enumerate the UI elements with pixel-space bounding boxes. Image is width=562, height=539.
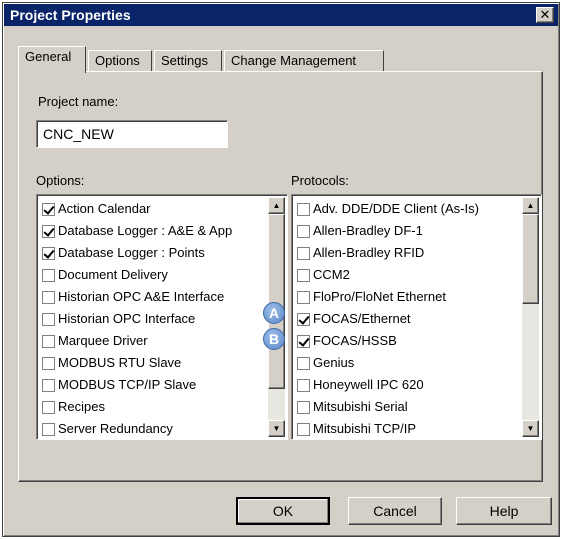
protocol-item-label: FOCAS/HSSB [313,333,397,348]
help-button[interactable]: Help [456,497,552,525]
protocol-item[interactable]: FOCAS/Ethernet [295,308,521,330]
window-title: Project Properties [10,7,131,23]
project-name-label: Project name: [38,94,119,109]
option-item-label: Recipes [58,399,105,414]
protocol-item-label: Honeywell IPC 620 [313,377,424,392]
option-item-label: MODBUS TCP/IP Slave [58,377,197,392]
scroll-up-icon: ▲ [272,201,281,210]
options-label: Options: [36,173,85,188]
protocol-item[interactable]: FOCAS/HSSB [295,330,521,352]
checkbox[interactable] [297,268,310,282]
checkbox[interactable] [42,290,55,304]
protocol-item-label: Allen-Bradley DF-1 [313,223,423,238]
option-item-label: MODBUS RTU Slave [58,355,182,370]
scroll-thumb[interactable] [522,214,539,304]
option-item-label: Database Logger : Points [58,245,205,260]
protocol-item-label: Mitsubishi TCP/IP [313,421,417,436]
options-listbox[interactable]: Action Calendar Database Logger : A&E & A… [36,194,288,440]
protocol-item-label: Adv. DDE/DDE Client (As-Is) [313,201,479,216]
checkbox[interactable] [42,312,55,326]
tab-change-management[interactable]: Change Management [224,50,384,72]
checkbox[interactable] [297,246,310,260]
option-item[interactable]: MODBUS RTU Slave [40,352,267,374]
checkbox[interactable] [297,422,310,436]
checkbox[interactable] [42,334,55,348]
checkbox[interactable] [42,356,55,370]
protocol-item[interactable]: Mitsubishi TCP/IP [295,418,521,436]
option-item-label: Historian OPC A&E Interface [58,289,225,304]
protocol-item[interactable]: Adv. DDE/DDE Client (As-Is) [295,198,521,220]
scroll-down-icon: ▼ [526,424,535,433]
protocols-listbox[interactable]: Adv. DDE/DDE Client (As-Is) Allen-Bradley… [291,194,542,440]
close-icon: ✕ [539,7,551,22]
protocols-label: Protocols: [291,173,349,188]
checkbox[interactable] [42,246,55,260]
protocol-item[interactable]: Allen-Bradley RFID [295,242,521,264]
scroll-down-button[interactable]: ▼ [522,420,539,437]
close-button[interactable]: ✕ [536,7,554,23]
option-item-label: Document Delivery [58,267,168,282]
scroll-up-icon: ▲ [526,201,535,210]
option-item[interactable]: Recipes [40,396,267,418]
checkbox[interactable] [42,422,55,436]
cancel-button[interactable]: Cancel [348,497,442,525]
option-item-label: Marquee Driver [58,333,148,348]
protocols-list: Adv. DDE/DDE Client (As-Is) Allen-Bradley… [295,198,521,436]
checkbox[interactable] [42,400,55,414]
checkbox[interactable] [297,290,310,304]
option-item-label: Server Redundancy [58,421,173,436]
protocol-item[interactable]: Allen-Bradley DF-1 [295,220,521,242]
protocol-item-label: Allen-Bradley RFID [313,245,425,260]
title-bar[interactable]: Project Properties ✕ [4,4,558,26]
scroll-down-icon: ▼ [272,424,281,433]
option-item[interactable]: Historian OPC A&E Interface [40,286,267,308]
scroll-down-button[interactable]: ▼ [268,420,285,437]
tab-settings[interactable]: Settings [154,50,222,72]
ok-button[interactable]: OK [236,497,330,525]
protocol-item[interactable]: Mitsubishi Serial [295,396,521,418]
protocol-item-label: FloPro/FloNet Ethernet [313,289,446,304]
project-name-input[interactable] [36,120,228,148]
option-item[interactable]: Document Delivery [40,264,267,286]
option-item[interactable]: MODBUS TCP/IP Slave [40,374,267,396]
marker-a: A [263,302,285,324]
scroll-up-button[interactable]: ▲ [522,197,539,214]
protocol-item[interactable]: CCM2 [295,264,521,286]
option-item[interactable]: Database Logger : A&E & App [40,220,267,242]
checkbox[interactable] [42,378,55,392]
checkbox[interactable] [42,202,55,216]
option-item-label: Historian OPC Interface [58,311,196,326]
checkbox[interactable] [297,356,310,370]
checkbox[interactable] [297,378,310,392]
options-list: Action Calendar Database Logger : A&E & A… [40,198,267,436]
protocol-item-label: CCM2 [313,267,350,282]
option-item[interactable]: Action Calendar [40,198,267,220]
protocol-item-label: FOCAS/Ethernet [313,311,411,326]
checkbox[interactable] [297,312,310,326]
protocol-item-label: Mitsubishi Serial [313,399,408,414]
protocol-item[interactable]: FloPro/FloNet Ethernet [295,286,521,308]
checkbox[interactable] [297,202,310,216]
checkbox[interactable] [42,268,55,282]
option-item[interactable]: Server Redundancy [40,418,267,436]
protocols-scrollbar[interactable]: ▲ ▼ [522,197,539,437]
protocol-item[interactable]: Genius [295,352,521,374]
option-item-label: Database Logger : A&E & App [58,223,233,238]
marker-b: B [263,328,285,350]
checkbox[interactable] [297,334,310,348]
option-item-label: Action Calendar [58,201,151,216]
protocol-item[interactable]: Honeywell IPC 620 [295,374,521,396]
tab-options[interactable]: Options [88,50,152,72]
protocol-item-label: Genius [313,355,355,370]
option-item[interactable]: Marquee Driver [40,330,267,352]
checkbox[interactable] [297,224,310,238]
checkbox[interactable] [297,400,310,414]
option-item[interactable]: Database Logger : Points [40,242,267,264]
option-item[interactable]: Historian OPC Interface [40,308,267,330]
tab-general[interactable]: General [18,46,86,73]
checkbox[interactable] [42,224,55,238]
scroll-up-button[interactable]: ▲ [268,197,285,214]
